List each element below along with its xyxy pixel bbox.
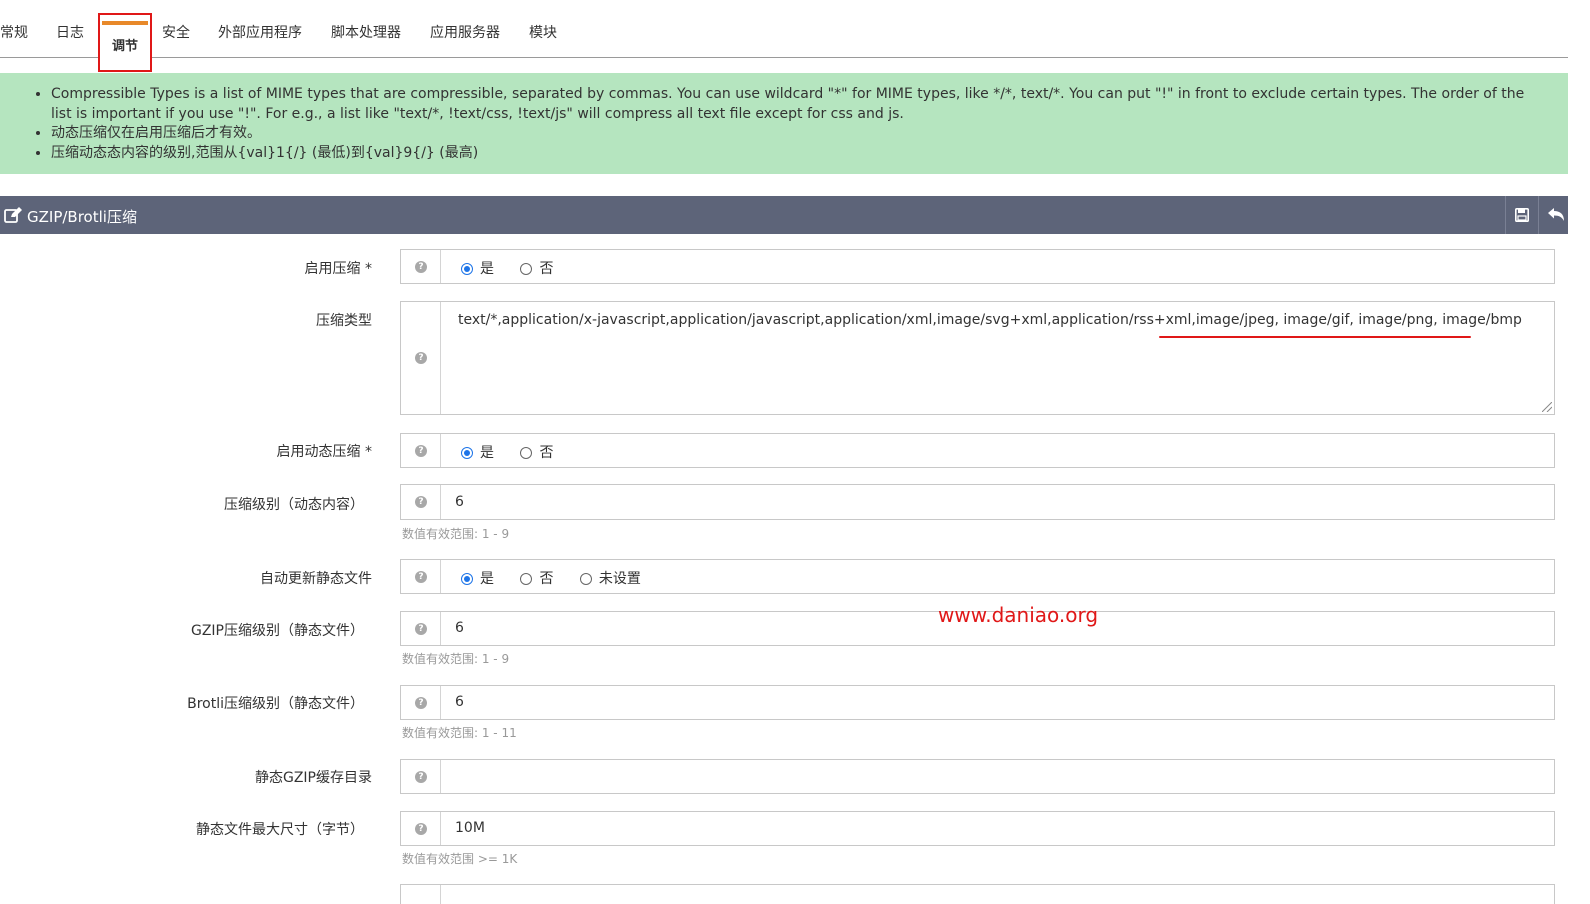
gzip-static-level-value: 6 <box>455 620 464 636</box>
radio-circle <box>520 446 533 459</box>
static-max-size-label: 静态文件最大尺寸（字节） <box>196 822 364 838</box>
enable-dynamic-field: ? 是 否 <box>400 433 1555 468</box>
radio-circle <box>461 572 473 585</box>
save-icon <box>1515 208 1529 222</box>
help-button[interactable]: ? <box>401 812 441 845</box>
help-icon: ? <box>415 352 427 364</box>
panel-title: GZIP/Brotli压缩 <box>27 208 137 226</box>
help-icon: ? <box>415 444 427 457</box>
info-list: Compressible Types is a list of MIME typ… <box>32 85 1528 163</box>
help-icon: ? <box>415 770 427 783</box>
dynamic-level-label: 压缩级别（动态内容） <box>224 497 364 513</box>
help-icon: ? <box>415 696 427 709</box>
compress-types-value: text/*,application/x-javascript,applicat… <box>458 312 1522 328</box>
edit-icon <box>4 207 22 223</box>
back-button[interactable] <box>1539 196 1571 234</box>
radio-circle <box>461 446 473 459</box>
tab-modules[interactable]: 模块 <box>529 22 557 52</box>
radio-yes[interactable]: 是 <box>461 568 494 588</box>
auto-update-static-radios: 是 否 未设置 <box>461 568 663 588</box>
info-item: 动态压缩仅在启用压缩后才有效。 <box>51 124 1528 144</box>
static-gzip-cache-dir-label: 静态GZIP缓存目录 <box>254 770 372 786</box>
help-button[interactable]: ? <box>401 434 441 467</box>
static-max-size-input[interactable]: ? 10M <box>400 811 1555 846</box>
dynamic-level-value: 6 <box>455 494 464 510</box>
auto-update-static-label: 自动更新静态文件 <box>260 571 372 587</box>
radio-unset[interactable]: 未设置 <box>579 568 641 588</box>
help-button[interactable]: ? <box>401 686 441 719</box>
gzip-static-level-label: GZIP压缩级别（静态文件） <box>190 623 364 639</box>
brotli-static-level-hint: 数值有效范围: 1 - 11 <box>402 726 517 740</box>
auto-update-static-field: ? 是 否 未设置 <box>400 559 1555 594</box>
static-gzip-cache-dir-input[interactable]: ? <box>400 759 1555 794</box>
compress-types-textarea[interactable]: ? text/*,application/x-javascript,applic… <box>400 301 1555 415</box>
help-button[interactable]: ? <box>401 302 441 414</box>
brotli-static-level-label: Brotli压缩级别（静态文件） <box>187 696 364 712</box>
tab-log[interactable]: 日志 <box>56 22 84 52</box>
tab-general[interactable]: 常规 <box>0 22 28 52</box>
enable-compression-field: ? 是 否 <box>400 249 1555 284</box>
undo-icon <box>1548 208 1564 221</box>
scrollbar-track[interactable] <box>1568 0 1590 901</box>
tab-app-server[interactable]: 应用服务器 <box>430 22 500 52</box>
info-box: Compressible Types is a list of MIME typ… <box>0 73 1568 174</box>
gzip-static-level-hint: 数值有效范围: 1 - 9 <box>402 652 510 666</box>
help-icon: ? <box>415 496 427 508</box>
help-button[interactable]: ? <box>401 612 441 645</box>
tab-tuning[interactable]: 调节 <box>98 13 152 72</box>
help-button[interactable]: ? <box>401 485 441 519</box>
help-button[interactable]: ? <box>401 560 441 593</box>
next-field-partial[interactable] <box>400 884 1555 904</box>
enable-dynamic-label: 启用动态压缩 * <box>276 444 372 460</box>
panel-header: GZIP/Brotli压缩 <box>0 196 1568 234</box>
tab-security[interactable]: 安全 <box>162 22 190 52</box>
help-button[interactable]: ? <box>401 250 441 283</box>
compress-types-label: 压缩类型 <box>316 313 372 329</box>
radio-circle <box>520 572 533 585</box>
radio-no[interactable]: 否 <box>520 258 553 278</box>
red-underline-annotation <box>1159 336 1471 338</box>
help-icon: ? <box>415 260 427 273</box>
tab-external-apps[interactable]: 外部应用程序 <box>218 22 302 52</box>
enable-compression-radios: 是 否 <box>461 258 575 278</box>
info-item: Compressible Types is a list of MIME typ… <box>51 85 1528 124</box>
radio-circle <box>520 262 533 275</box>
radio-no[interactable]: 否 <box>520 568 553 588</box>
help-icon: ? <box>415 570 427 583</box>
tab-bar: 常规 日志 调节 安全 外部应用程序 脚本处理器 应用服务器 模块 <box>0 0 1568 72</box>
static-max-size-hint: 数值有效范围 >= 1K <box>402 852 518 866</box>
help-button[interactable]: ? <box>401 760 441 793</box>
tab-script-handler[interactable]: 脚本处理器 <box>331 22 401 52</box>
resize-grip-icon[interactable] <box>1542 402 1552 412</box>
radio-yes[interactable]: 是 <box>461 442 494 462</box>
radio-yes[interactable]: 是 <box>461 258 494 278</box>
help-icon: ? <box>415 622 427 635</box>
brotli-static-level-input[interactable]: ? 6 <box>400 685 1555 720</box>
radio-circle <box>579 572 592 585</box>
brotli-static-level-value: 6 <box>455 694 464 710</box>
help-button[interactable] <box>401 885 441 904</box>
radio-no[interactable]: 否 <box>520 442 553 462</box>
save-button[interactable] <box>1506 196 1538 234</box>
static-max-size-value: 10M <box>455 820 485 836</box>
info-item: 压缩动态态内容的级别,范围从{val}1{/} (最低)到{val}9{/} (… <box>51 144 1528 164</box>
watermark-text: www.daniao.org <box>938 603 1099 627</box>
radio-circle <box>461 262 473 275</box>
dynamic-level-hint: 数值有效范围: 1 - 9 <box>402 527 510 541</box>
enable-compression-label: 启用压缩 * <box>304 261 372 277</box>
help-icon: ? <box>415 822 427 835</box>
tab-tuning-label: 调节 <box>111 39 138 54</box>
enable-dynamic-radios: 是 否 <box>461 442 575 462</box>
dynamic-level-input[interactable]: ? 6 <box>400 484 1555 520</box>
active-tab-indicator <box>102 21 148 25</box>
